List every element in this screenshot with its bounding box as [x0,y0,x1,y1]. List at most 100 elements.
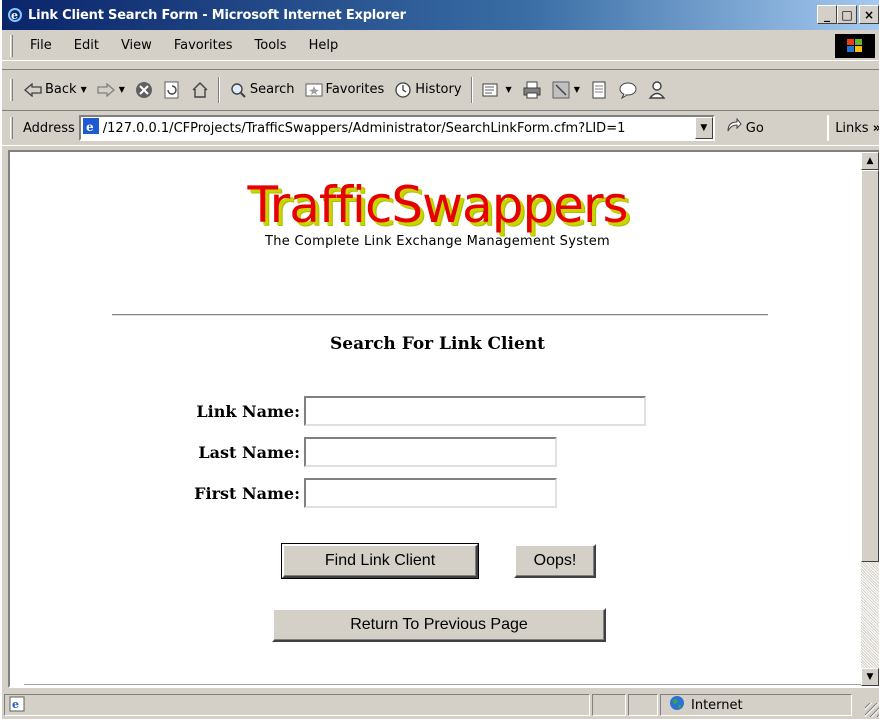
form-heading: Search For Link Client [330,334,545,354]
status-text-area: e [4,694,590,716]
minimize-button[interactable]: _ [817,5,837,24]
address-input[interactable]: e /127.0.0.1/CFProjects/TrafficSwappers/… [78,115,715,141]
page-content: TrafficSwappers The Complete Link Exchan… [8,150,879,688]
menu-edit[interactable]: Edit [63,38,110,53]
history-icon [394,81,412,99]
maximize-button[interactable]: □ [837,5,857,24]
link-name-input[interactable] [304,396,646,426]
chevron-down-icon[interactable]: ▼ [81,85,87,94]
refresh-icon [163,81,181,99]
svg-text:e: e [11,9,18,22]
link-name-label: Link Name: [196,401,300,421]
address-url: /127.0.0.1/CFProjects/TrafficSwappers/Ad… [102,120,626,136]
first-name-row: First Name: [160,478,557,508]
menu-favorites[interactable]: Favorites [163,38,244,53]
find-link-client-button[interactable]: Find Link Client [281,543,479,579]
go-button[interactable]: Go [725,117,764,138]
edit-button[interactable]: ▼ [547,75,585,105]
scroll-thumb[interactable] [861,170,879,562]
status-bar: e Internet [2,690,879,719]
ie-logo-icon: e [6,6,24,24]
history-button[interactable]: History [389,75,466,105]
last-name-input[interactable] [304,437,557,467]
links-toolbar[interactable]: Links » [827,115,879,141]
chat-bubble-icon [618,81,638,99]
history-label: History [415,82,462,97]
svg-text:e: e [86,120,94,134]
forward-arrow-icon [97,82,115,97]
browser-window: e Link Client Search Form - Microsoft In… [0,0,879,719]
windows-logo-icon [835,34,875,58]
search-button[interactable]: Search [224,75,300,105]
close-icon: × [863,7,875,22]
menu-file[interactable]: File [19,38,63,53]
home-icon [191,81,209,99]
address-label: Address [23,120,75,136]
links-label: Links [835,120,869,136]
chevron-right-icon: » [873,121,879,136]
print-button[interactable] [517,75,547,105]
page-status-icon: e [9,696,25,715]
return-button[interactable]: Return To Previous Page [272,608,606,642]
first-name-input[interactable] [304,478,557,508]
go-label: Go [745,120,764,136]
scroll-down-button[interactable]: ▼ [861,668,879,686]
menu-help[interactable]: Help [298,38,350,53]
menu-bar: File Edit View Favorites Tools Help [2,31,879,61]
menu-grip[interactable] [10,34,13,57]
toolbar-grip[interactable] [10,78,13,101]
address-bar: Address e /127.0.0.1/CFProjects/TrafficS… [2,110,879,146]
oops-button[interactable]: Oops! [514,544,596,578]
vertical-scrollbar[interactable]: ▲ ▼ [861,152,879,686]
mail-icon [482,81,502,99]
scroll-up-button[interactable]: ▲ [861,152,879,170]
contacts-button[interactable] [643,75,671,105]
security-zone: Internet [660,694,852,716]
print-icon [522,81,542,99]
chevron-down-icon[interactable]: ▼ [119,85,125,94]
address-grip[interactable] [10,117,13,139]
content-bottom-rule [24,684,864,686]
stop-icon [135,81,153,99]
menu-tools[interactable]: Tools [244,38,298,53]
chevron-down-icon[interactable]: ▼ [574,85,580,94]
site-tagline: The Complete Link Exchange Management Sy… [265,234,610,249]
resize-grip[interactable] [865,703,879,717]
last-name-row: Last Name: [160,437,557,467]
status-cell [592,694,626,716]
toolbar-separator [470,76,473,103]
arrow-down-icon: ▼ [866,672,874,682]
maximize-icon: □ [841,7,853,22]
home-button[interactable] [186,75,214,105]
status-cell [628,694,658,716]
chevron-down-icon[interactable]: ▼ [506,85,512,94]
back-label: Back [45,82,77,97]
close-button[interactable]: × [859,5,879,24]
forward-button[interactable]: ▼ [92,75,130,105]
mail-button[interactable]: ▼ [477,75,517,105]
window-title: Link Client Search Form - Microsoft Inte… [28,7,406,23]
favorites-icon [305,82,323,98]
discuss-button[interactable] [585,75,613,105]
chevron-down-icon[interactable]: ▼ [694,117,713,139]
search-label: Search [249,82,295,97]
scroll-track[interactable] [861,562,879,668]
discuss-icon [590,81,608,99]
back-arrow-icon [24,82,42,97]
favorites-button[interactable]: Favorites [300,75,390,105]
messenger-button[interactable] [613,75,643,105]
zone-label: Internet [691,697,743,713]
site-logo: TrafficSwappers [247,176,628,234]
stop-button[interactable] [130,75,158,105]
edit-icon [552,81,570,99]
title-bar: e Link Client Search Form - Microsoft In… [2,0,879,30]
back-button[interactable]: Back ▼ [19,75,92,105]
refresh-button[interactable] [158,75,186,105]
search-icon [229,81,247,99]
link-name-row: Link Name: [160,396,646,426]
menu-view[interactable]: View [110,38,163,53]
toolbar-separator [217,76,220,103]
page-icon: e [82,118,99,138]
site-branding: TrafficSwappers The Complete Link Exchan… [10,180,865,249]
arrow-up-icon: ▲ [866,156,874,166]
